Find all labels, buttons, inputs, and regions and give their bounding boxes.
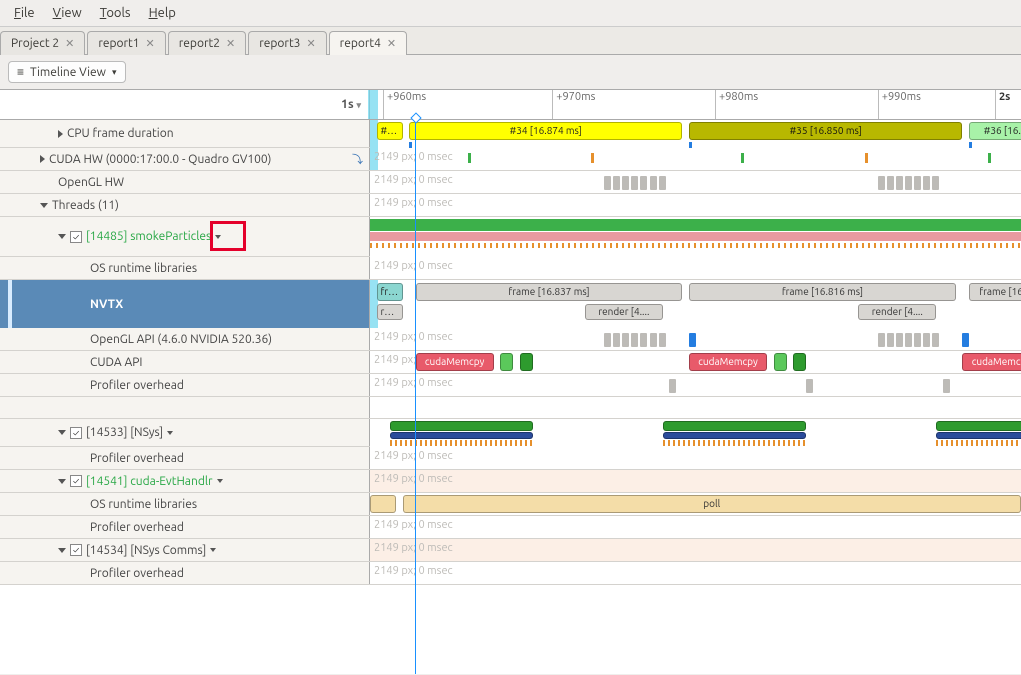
cudaapi-block[interactable]: cudaMemcpy: [689, 353, 767, 371]
tab-report1[interactable]: report1✕: [87, 31, 165, 55]
row-nvtx[interactable]: NVTX: [0, 280, 370, 328]
measure-text: 2149 px; 0 msec: [374, 151, 453, 163]
ruler-tick: +980ms: [715, 90, 758, 119]
row-opengl-hw[interactable]: OpenGL HW: [0, 171, 370, 193]
row-os-runtime[interactable]: OS runtime libraries: [0, 493, 370, 515]
row-evt-handlr[interactable]: [14541] cuda-EvtHandlr: [0, 470, 370, 492]
row-cuda-hw[interactable]: CUDA HW (0000:17:00.0 - Quadro GV100) ⤵: [0, 148, 370, 170]
timeline-content: 1s ▾ +960ms +970ms +980ms +990ms 2s CPU …: [0, 89, 1021, 674]
nvtx-block[interactable]: frame [16.837 ms]: [416, 283, 683, 301]
nvtx-block[interactable]: frame [16.52: [969, 283, 1021, 301]
menu-caret-icon[interactable]: [167, 431, 173, 435]
collapse-icon[interactable]: [58, 479, 66, 484]
poll-block[interactable]: poll: [403, 495, 1021, 513]
ruler-tick: 2s: [995, 90, 1010, 119]
tab-project2[interactable]: Project 2✕: [0, 31, 85, 55]
tab-report4[interactable]: report4✕: [329, 31, 407, 55]
frame-block[interactable]: #3...: [377, 122, 403, 140]
nvtx-block[interactable]: render [4....: [585, 304, 663, 320]
collapse-icon[interactable]: [58, 234, 66, 239]
ruler-tick: +990ms: [878, 90, 921, 119]
ruler-tick: +960ms: [383, 90, 426, 119]
checkbox[interactable]: [70, 231, 82, 243]
nvtx-block[interactable]: frame [16.816 ms]: [689, 283, 956, 301]
row-os-runtime[interactable]: OS runtime libraries: [0, 257, 370, 279]
row-opengl-api[interactable]: OpenGL API (4.6.0 NVIDIA 520.36): [0, 328, 370, 350]
highlight-box: [210, 221, 246, 251]
checkbox[interactable]: [70, 544, 82, 556]
ruler-left-label: 1s ▾: [0, 90, 370, 119]
collapse-icon[interactable]: [40, 203, 48, 208]
row-profiler-overhead[interactable]: Profiler overhead: [0, 447, 370, 469]
frame-block[interactable]: #35 [16.850 ms]: [689, 122, 962, 140]
ruler-tick: +970ms: [552, 90, 595, 119]
tab-report2[interactable]: report2✕: [168, 31, 246, 55]
nvtx-block[interactable]: fra...: [377, 283, 403, 301]
hamburger-icon: ≡: [17, 65, 24, 79]
menu-view[interactable]: View: [53, 6, 82, 20]
row-threads[interactable]: Threads (11): [0, 194, 370, 216]
close-icon[interactable]: ✕: [226, 37, 235, 50]
frame-block[interactable]: #36 [16.56: [969, 122, 1021, 140]
row-profiler-overhead[interactable]: Profiler overhead: [0, 374, 370, 396]
row-cpu-frame[interactable]: CPU frame duration: [0, 120, 370, 147]
chevron-down-icon: ▾: [112, 67, 117, 78]
row-profiler-overhead[interactable]: Profiler overhead: [0, 562, 370, 584]
row-cuda-api[interactable]: CUDA API: [0, 351, 370, 373]
tabbar: Project 2✕ report1✕ report2✕ report3✕ re…: [0, 27, 1021, 55]
frame-block[interactable]: #34 [16.874 ms]: [409, 122, 682, 140]
expand-icon[interactable]: [40, 155, 45, 163]
collapse-icon[interactable]: [58, 548, 66, 553]
close-icon[interactable]: ✕: [387, 37, 396, 50]
close-icon[interactable]: ✕: [146, 37, 155, 50]
close-icon[interactable]: ✕: [65, 37, 74, 50]
measure-text: 2149 px; 0 msec: [374, 174, 453, 186]
menu-file[interactable]: File: [14, 6, 35, 20]
menu-caret-icon[interactable]: [210, 548, 216, 552]
row-smokeparticles[interactable]: [14485] smokeParticles: [0, 217, 370, 256]
row-nsys-comms[interactable]: [14534] [NSys Comms]: [0, 539, 370, 561]
cudaapi-block[interactable]: cudaMemcpy: [416, 353, 494, 371]
pin-icon[interactable]: ⤵: [352, 151, 363, 167]
cudaapi-block[interactable]: cudaMemcpy: [962, 353, 1021, 371]
menu-caret-icon[interactable]: [217, 479, 223, 483]
expand-icon[interactable]: [58, 130, 63, 138]
menu-tools[interactable]: Tools: [100, 6, 131, 20]
checkbox[interactable]: [70, 427, 82, 439]
menubar: File View Tools Help: [0, 0, 1021, 27]
row-nsys[interactable]: [14533] [NSys]: [0, 419, 370, 446]
time-ruler[interactable]: 1s ▾ +960ms +970ms +980ms +990ms 2s: [0, 90, 1021, 120]
toolbar: ≡ Timeline View ▾: [0, 55, 1021, 89]
menu-help[interactable]: Help: [149, 6, 176, 20]
tab-report3[interactable]: report3✕: [248, 31, 326, 55]
row-profiler-overhead[interactable]: Profiler overhead: [0, 516, 370, 538]
close-icon[interactable]: ✕: [306, 37, 315, 50]
checkbox[interactable]: [70, 475, 82, 487]
nvtx-block[interactable]: ren...: [377, 304, 403, 320]
collapse-icon[interactable]: [58, 430, 66, 435]
view-selector[interactable]: ≡ Timeline View ▾: [8, 61, 126, 83]
nvtx-block[interactable]: render [4....: [858, 304, 936, 320]
